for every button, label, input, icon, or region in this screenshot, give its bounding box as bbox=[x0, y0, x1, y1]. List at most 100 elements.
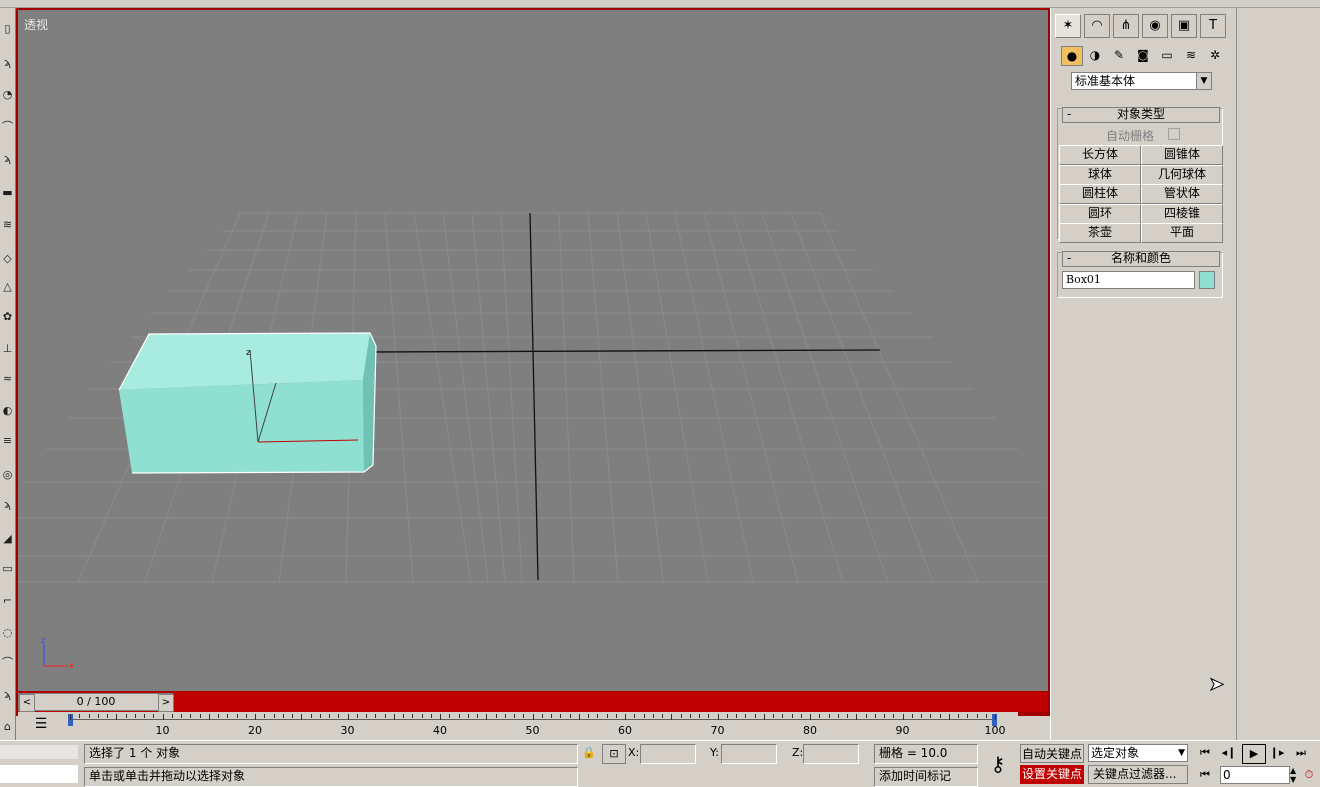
tool-icon[interactable]: ⊥ bbox=[1, 342, 14, 355]
trackbar-frame-label: 10 bbox=[155, 724, 170, 737]
trackbar-tick bbox=[107, 714, 108, 718]
max-script-mini[interactable] bbox=[0, 765, 78, 783]
chevron-down-icon[interactable]: ▼ bbox=[1178, 745, 1185, 761]
key-filters-button[interactable]: 关键点过滤器... bbox=[1088, 765, 1188, 784]
category-dropdown[interactable]: 标准基本体 ▼ bbox=[1071, 72, 1212, 90]
autogrid-checkbox[interactable] bbox=[1168, 128, 1180, 140]
play-icon[interactable]: ▶ bbox=[1242, 744, 1266, 764]
selection-set-dropdown[interactable]: 选定对象 ▼ bbox=[1088, 744, 1188, 762]
trackbar[interactable]: ☰ 10 20 30 40 50 60 70 80 90 100 bbox=[18, 712, 1018, 740]
object-type-button[interactable]: 圆环 bbox=[1059, 203, 1141, 224]
time-slider-thumb[interactable]: 0 / 100 bbox=[35, 694, 157, 710]
object-name-input[interactable]: Box01 bbox=[1062, 271, 1195, 289]
hierarchy-icon[interactable]: ⋔ bbox=[1113, 14, 1139, 38]
create-icon[interactable]: ✶ bbox=[1055, 14, 1081, 38]
tool-icon[interactable]: ⌂ bbox=[1, 720, 14, 733]
shapes-icon[interactable]: ◑ bbox=[1085, 46, 1105, 64]
trackbar-tick bbox=[486, 714, 488, 720]
tool-icon[interactable]: ϡ bbox=[1, 152, 14, 165]
cameras-icon[interactable]: ◙ bbox=[1133, 46, 1153, 64]
motion-icon[interactable]: ◉ bbox=[1142, 14, 1168, 38]
object-type-button[interactable]: 球体 bbox=[1059, 164, 1141, 185]
trackbar-frame-label: 90 bbox=[895, 724, 910, 737]
absolute-mode-icon[interactable]: ⊡ bbox=[602, 744, 626, 764]
tool-icon[interactable]: ◇ bbox=[1, 252, 14, 265]
trackbar-tick bbox=[634, 714, 636, 718]
trackbar-tick bbox=[523, 714, 525, 718]
trackbar-frame-label: 70 bbox=[710, 724, 725, 737]
tool-icon[interactable]: ϡ bbox=[1, 498, 14, 511]
object-type-button[interactable]: 长方体 bbox=[1059, 145, 1141, 165]
tool-icon[interactable]: ⌒ bbox=[1, 120, 14, 133]
tool-icon[interactable]: ≡ bbox=[1, 434, 14, 447]
frame-spinner[interactable]: ▲ ▼ bbox=[1290, 766, 1298, 784]
display-icon[interactable]: ▣ bbox=[1171, 14, 1197, 38]
x-label: X: bbox=[628, 746, 640, 759]
key-icon[interactable]: ⚷ bbox=[980, 749, 1016, 779]
trackbar-tick bbox=[958, 714, 959, 718]
tool-icon[interactable]: ▬ bbox=[1, 186, 14, 199]
x-coordinate-input[interactable] bbox=[640, 744, 696, 764]
name-color-rollout-header[interactable]: - 名称和颜色 bbox=[1062, 251, 1220, 267]
object-type-button[interactable]: 四棱锥 bbox=[1141, 203, 1223, 224]
trackbar-tick bbox=[218, 714, 219, 718]
key-mode-toggle-icon[interactable]: ⏮ bbox=[1194, 766, 1216, 784]
add-time-tag-button[interactable]: 添加时间标记 bbox=[874, 767, 978, 787]
trackbar-tick bbox=[403, 714, 404, 718]
collapse-icon: - bbox=[1067, 107, 1072, 121]
tool-icon[interactable]: ▭ bbox=[1, 562, 14, 575]
tool-icon[interactable]: ◎ bbox=[1, 468, 14, 481]
mouse-cursor-icon: ➤ bbox=[1208, 674, 1225, 696]
object-type-button[interactable]: 几何球体 bbox=[1141, 164, 1223, 185]
object-type-rollout-header[interactable]: - 对象类型 bbox=[1062, 107, 1220, 123]
z-coordinate-input[interactable] bbox=[803, 744, 859, 764]
current-frame-input[interactable]: 0 bbox=[1220, 766, 1290, 784]
trackbar-tick bbox=[828, 714, 830, 718]
lock-icon[interactable]: 🔒 bbox=[578, 744, 600, 762]
helpers-icon[interactable]: ▭ bbox=[1157, 46, 1177, 64]
spacewarps-icon[interactable]: ≋ bbox=[1181, 46, 1201, 64]
geometry-icon[interactable]: ● bbox=[1061, 46, 1083, 66]
y-coordinate-input[interactable] bbox=[721, 744, 777, 764]
curve-editor-icon[interactable]: ☰ bbox=[28, 714, 54, 734]
perspective-viewport[interactable]: 透视 z z x bbox=[18, 10, 1048, 691]
tool-icon[interactable]: ⌒ bbox=[1, 656, 14, 669]
go-to-start-icon[interactable]: ⏮ bbox=[1194, 744, 1216, 762]
tool-icon[interactable]: ϡ bbox=[1, 688, 14, 701]
prev-frame-button[interactable]: < bbox=[19, 694, 35, 712]
tool-icon[interactable]: ◐ bbox=[1, 404, 14, 417]
next-frame-icon[interactable]: ❙▸ bbox=[1266, 744, 1288, 762]
tool-icon[interactable]: ▯ bbox=[1, 22, 14, 35]
object-type-button[interactable]: 平面 bbox=[1141, 223, 1223, 243]
tool-icon[interactable]: △ bbox=[1, 280, 14, 293]
trackbar-tick bbox=[810, 714, 811, 720]
tool-icon[interactable]: ϡ bbox=[1, 56, 14, 69]
set-key-button[interactable]: 设置关键点 bbox=[1020, 765, 1084, 784]
tool-icon[interactable]: ✿ bbox=[1, 310, 14, 323]
tool-icon[interactable]: ◢ bbox=[1, 532, 14, 545]
tool-icon[interactable]: ⌐ bbox=[1, 594, 14, 607]
tool-icon[interactable]: ◌ bbox=[1, 626, 14, 639]
systems-icon[interactable]: ✲ bbox=[1205, 46, 1225, 64]
object-type-button[interactable]: 圆柱体 bbox=[1059, 184, 1141, 204]
object-type-button[interactable]: 茶壶 bbox=[1059, 223, 1141, 243]
object-type-button[interactable]: 圆锥体 bbox=[1141, 145, 1223, 165]
chevron-down-icon[interactable]: ▼ bbox=[1196, 73, 1211, 89]
tool-icon[interactable]: ◔ bbox=[1, 88, 14, 101]
auto-key-button[interactable]: 自动关键点 bbox=[1020, 744, 1084, 763]
go-to-end-icon[interactable]: ⏭ bbox=[1290, 744, 1312, 762]
tool-icon[interactable]: ≋ bbox=[1, 218, 14, 231]
object-type-button[interactable]: 管状体 bbox=[1141, 184, 1223, 204]
lights-icon[interactable]: ✎ bbox=[1109, 46, 1129, 64]
object-color-swatch[interactable] bbox=[1199, 271, 1215, 289]
time-configuration-icon[interactable]: ⏱ bbox=[1298, 766, 1320, 784]
utilities-icon[interactable]: T bbox=[1200, 14, 1226, 38]
trackbar-tick bbox=[495, 714, 497, 718]
max-listener-mini[interactable] bbox=[0, 745, 78, 759]
previous-frame-icon[interactable]: ◂❙ bbox=[1218, 744, 1240, 762]
time-slider[interactable]: < 0 / 100 > bbox=[18, 692, 1048, 712]
tool-icon[interactable]: ≈ bbox=[1, 372, 14, 385]
next-frame-button[interactable]: > bbox=[158, 694, 174, 712]
time-slider-track[interactable]: < 0 / 100 > bbox=[18, 693, 174, 712]
modify-icon[interactable]: ◠ bbox=[1084, 14, 1110, 38]
